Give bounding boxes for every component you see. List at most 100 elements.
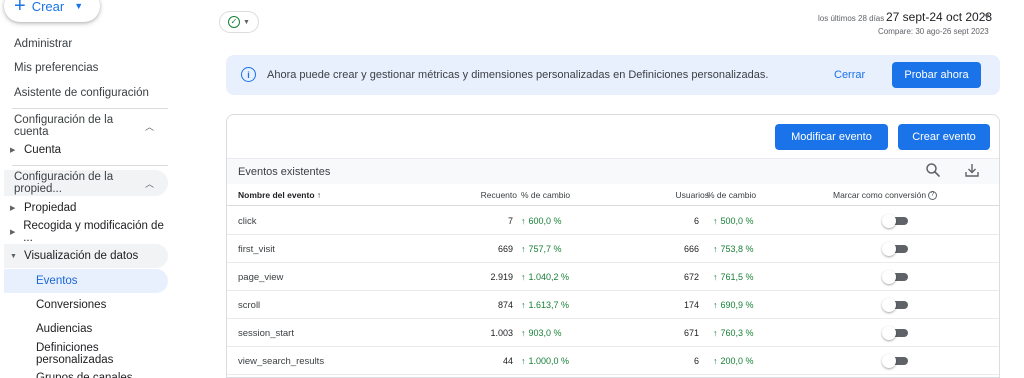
plus-icon: + xyxy=(14,0,26,17)
event-name-link[interactable]: click xyxy=(238,216,256,227)
sidebar-item-conversions[interactable]: Conversiones xyxy=(4,293,168,317)
events-card: Modificar evento Crear evento Eventos ex… xyxy=(226,114,1000,378)
event-count: 44 xyxy=(502,356,513,366)
column-header-count[interactable]: Recuento xyxy=(481,190,517,200)
sidebar-item-data-display[interactable]: ▼ Visualización de datos xyxy=(4,244,168,268)
arrow-up-icon: ↑ xyxy=(521,356,526,366)
sidebar-item-label: Propiedad xyxy=(24,202,77,214)
column-header-count-change[interactable]: % de cambio xyxy=(521,190,570,200)
info-icon: i xyxy=(241,67,256,82)
modify-event-button[interactable]: Modificar evento xyxy=(775,124,888,150)
arrow-up-icon: ↑ xyxy=(521,328,526,338)
arrow-up-icon: ↑ xyxy=(713,244,718,254)
conversion-toggle[interactable] xyxy=(882,354,908,368)
event-count-change: ↑ 1.000,0 % xyxy=(521,356,569,366)
event-name-link[interactable]: first_visit xyxy=(238,244,275,255)
change-value: 600,0 % xyxy=(528,216,562,226)
event-name-link[interactable]: scroll xyxy=(238,300,260,311)
change-value: 1.000,0 % xyxy=(528,356,570,366)
conversion-toggle[interactable] xyxy=(882,326,908,340)
table-row[interactable]: view_search_results 44 ↑ 1.000,0 % 6 ↑ 200,0 % xyxy=(227,347,999,375)
date-range-selector[interactable]: 27 sept-24 oct 2023 xyxy=(886,10,992,24)
change-value: 1.040,2 % xyxy=(528,272,570,282)
table-row[interactable]: session_start 1.003 ↑ 903,0 % 671 ↑ 760,3 % xyxy=(227,319,999,347)
table-row[interactable]: click 7 ↑ 600,0 % 6 ↑ 500,0 % xyxy=(227,207,999,235)
sidebar-section-property[interactable]: Configuración de la propied... ︿ xyxy=(4,170,168,196)
toggle-knob xyxy=(882,298,896,312)
change-value: 761,5 % xyxy=(720,272,754,282)
sidebar-item-label: Visualización de datos xyxy=(24,250,139,262)
arrow-up-icon: ↑ xyxy=(713,272,718,282)
caret-down-icon: ▼ xyxy=(243,18,250,26)
help-icon[interactable]: ? xyxy=(928,191,938,201)
change-value: 757,7 % xyxy=(528,244,562,254)
sidebar-item-label: Cuenta xyxy=(24,144,62,156)
sidebar-item-account[interactable]: ▶ Cuenta xyxy=(4,138,168,162)
event-count-change: ↑ 1.613,7 % xyxy=(521,300,569,310)
banner-message: Ahora puede crear y gestionar métricas y… xyxy=(267,69,769,81)
column-header-label: Marcar como conversión xyxy=(833,190,927,200)
event-users-change: ↑ 690,9 % xyxy=(713,300,754,310)
data-quality-chip[interactable]: ✓ ▼ xyxy=(220,12,258,32)
table-row[interactable]: scroll 874 ↑ 1.613,7 % 174 ↑ 690,9 % xyxy=(227,291,999,319)
try-now-button[interactable]: Probar ahora xyxy=(892,62,981,88)
event-users: 174 xyxy=(683,300,699,310)
search-icon[interactable] xyxy=(925,162,941,178)
toggle-knob xyxy=(882,242,896,256)
column-header-users[interactable]: Usuarios xyxy=(675,190,709,200)
sidebar-item-custom-definitions[interactable]: Definiciones personalizadas xyxy=(4,342,168,366)
conversion-toggle[interactable] xyxy=(882,298,908,312)
conversion-toggle[interactable] xyxy=(882,270,908,284)
toggle-knob xyxy=(882,326,896,340)
section-label: Configuración de la propied... xyxy=(14,171,114,195)
sidebar-item-label: Recogida y modificación de ... xyxy=(23,220,164,244)
toggle-knob xyxy=(882,214,896,228)
event-count-change: ↑ 903,0 % xyxy=(521,328,562,338)
arrow-up-icon: ↑ xyxy=(316,190,322,200)
column-header-users-change[interactable]: % de cambio xyxy=(707,190,756,200)
date-range-prefix: los últimos 28 días xyxy=(818,14,885,23)
arrow-up-icon: ↑ xyxy=(521,272,526,282)
event-name-link[interactable]: view_search_results xyxy=(238,356,324,367)
conversion-toggle[interactable] xyxy=(882,214,908,228)
table-row[interactable]: page_view 2.919 ↑ 1.040,2 % 672 ↑ 761,5 % xyxy=(227,263,999,291)
event-users-change: ↑ 753,8 % xyxy=(713,244,754,254)
app: + Crear ▼ Administrar Mis preferencias A… xyxy=(0,0,1024,378)
sidebar-item-data-collection[interactable]: ▶ Recogida y modificación de ... xyxy=(4,220,168,244)
arrow-up-icon: ↑ xyxy=(713,328,718,338)
event-count: 874 xyxy=(497,300,513,310)
caret-down-icon[interactable]: ▼ xyxy=(983,12,991,21)
sidebar-item-setup-assistant[interactable]: Asistente de configuración xyxy=(14,87,149,99)
event-users: 671 xyxy=(683,328,699,338)
sidebar-item-audiences[interactable]: Audiencias xyxy=(4,317,168,341)
triangle-right-icon: ▶ xyxy=(10,205,16,212)
banner-close-button[interactable]: Cerrar xyxy=(834,69,865,81)
check-circle-icon: ✓ xyxy=(228,16,241,28)
sidebar-item-channel-groups[interactable]: Grupos de canales xyxy=(4,366,168,378)
event-users: 6 xyxy=(693,356,699,366)
table-toolbar: Eventos existentes xyxy=(227,158,999,184)
table-row[interactable]: first_visit 669 ↑ 757,7 % 666 ↑ 753,8 % xyxy=(227,235,999,263)
toggle-knob xyxy=(882,354,896,368)
event-name-link[interactable]: session_start xyxy=(238,328,294,339)
download-icon[interactable] xyxy=(964,162,980,178)
sidebar-item-admin[interactable]: Administrar xyxy=(14,38,72,50)
sidebar-section-account[interactable]: Configuración de la cuenta ︿ xyxy=(4,113,168,139)
change-value: 500,0 % xyxy=(720,216,754,226)
event-users: 672 xyxy=(683,272,699,282)
sidebar-item-property[interactable]: ▶ Propiedad xyxy=(4,196,168,220)
sidebar-item-events[interactable]: Eventos xyxy=(4,269,168,293)
conversion-toggle[interactable] xyxy=(882,242,908,256)
event-name-link[interactable]: page_view xyxy=(238,272,283,283)
event-users-change: ↑ 760,3 % xyxy=(713,328,754,338)
column-header-name[interactable]: Nombre del evento ↑ xyxy=(238,190,321,200)
event-users-change: ↑ 200,0 % xyxy=(713,356,754,366)
create-button[interactable]: + Crear ▼ xyxy=(4,0,100,22)
create-event-button[interactable]: Crear evento xyxy=(898,124,990,150)
sidebar-item-preferences[interactable]: Mis preferencias xyxy=(14,62,98,74)
arrow-up-icon: ↑ xyxy=(713,216,718,226)
event-users: 666 xyxy=(683,244,699,254)
change-value: 903,0 % xyxy=(528,328,562,338)
date-compare-text: Compare: 30 ago-26 sept 2023 xyxy=(878,27,989,36)
sidebar: + Crear ▼ Administrar Mis preferencias A… xyxy=(0,0,178,378)
